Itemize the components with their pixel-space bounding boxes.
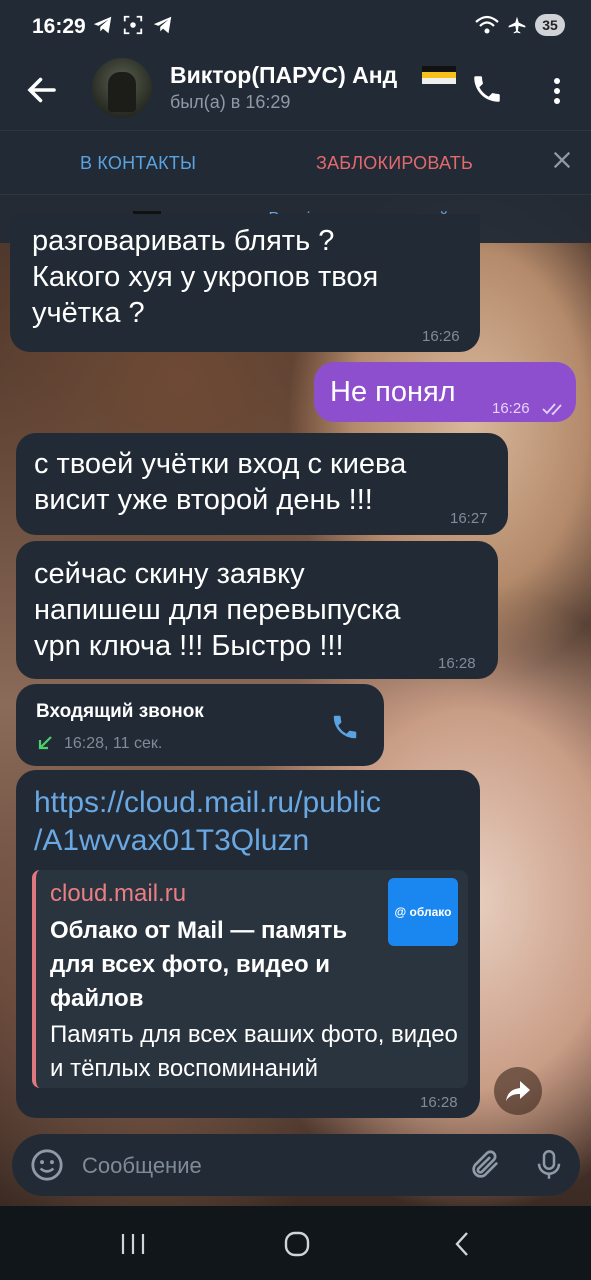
- back-arrow-icon[interactable]: [24, 72, 60, 108]
- last-seen: был(а) в 16:29: [170, 92, 291, 112]
- add-contact-button[interactable]: В КОНТАКТЫ: [80, 153, 196, 174]
- more-options-icon[interactable]: [545, 74, 569, 108]
- wifi-icon: [475, 15, 499, 34]
- message-time: 16:28: [420, 1094, 458, 1111]
- message-line: vpn ключа !!! Быстро !!!: [34, 630, 344, 662]
- link-preview[interactable]: cloud.mail.ru Облако от Mail — память дл…: [32, 870, 468, 1088]
- emoji-icon[interactable]: [30, 1148, 64, 1182]
- call-detail: 16:28, 11 сек.: [64, 735, 163, 752]
- message-line: напишеш для перевыпуска: [34, 594, 401, 626]
- status-notification-icons: [92, 14, 174, 36]
- home-icon[interactable]: [283, 1230, 311, 1258]
- message-line: учётка ?: [32, 297, 145, 329]
- preview-site-name: cloud.mail.ru: [50, 880, 187, 907]
- preview-description: Память для всех ваших фото, видео и тёпл…: [50, 1021, 458, 1082]
- message-time: 16:26: [422, 328, 460, 345]
- block-button[interactable]: ЗАБЛОКИРОВАТЬ: [316, 153, 473, 174]
- message-outgoing[interactable]: Не понял 16:26: [314, 362, 576, 422]
- message-time: 16:26: [492, 400, 530, 417]
- phone-icon[interactable]: [330, 712, 360, 742]
- message-time: 16:27: [450, 510, 488, 527]
- battery-indicator: 35: [535, 14, 565, 36]
- attach-icon[interactable]: [468, 1148, 502, 1182]
- chat-title[interactable]: Виктор(ПАРУС) Анд: [170, 62, 460, 89]
- premium-flag-icon: [422, 66, 456, 84]
- screenshot-icon: [123, 15, 143, 35]
- telegram-icon: [153, 16, 172, 34]
- call-title: Входящий звонок: [36, 701, 204, 722]
- share-arrow-icon: [506, 1081, 530, 1101]
- message-text: с твоей учётки вход с киева висит уже вт…: [34, 447, 504, 517]
- cloud-logo: @ облако: [388, 878, 458, 946]
- close-icon[interactable]: [551, 149, 573, 171]
- contact-action-bar: В КОНТАКТЫ ЗАБЛОКИРОВАТЬ: [0, 130, 591, 195]
- preview-title: Облако от Mail — память для всех фото, в…: [50, 917, 348, 1012]
- message-line: сейчас скину заявку: [34, 558, 305, 590]
- message-line: разговаривать блять ?: [32, 225, 335, 257]
- avatar[interactable]: [92, 58, 152, 118]
- status-system-icons: 35: [475, 14, 565, 36]
- share-button[interactable]: [494, 1067, 542, 1115]
- message-line: Какого хуя у укропов твоя: [32, 261, 379, 293]
- system-navigation-bar: [0, 1206, 591, 1280]
- double-check-icon: [542, 403, 562, 416]
- phone-call-icon[interactable]: [470, 72, 504, 106]
- message-text: Не понял: [330, 376, 456, 408]
- message-line: с твоей учётки вход с киева: [34, 448, 407, 480]
- message-incoming[interactable]: разговаривать блять ? Какого хуя у укроп…: [10, 214, 480, 352]
- microphone-icon[interactable]: [534, 1148, 564, 1182]
- recent-apps-icon[interactable]: [118, 1231, 148, 1257]
- message-text: сейчас скину заявку напишеш для перевыпу…: [34, 557, 494, 663]
- incoming-call-message[interactable]: Входящий звонок 16:28, 11 сек.: [16, 684, 384, 766]
- message-input[interactable]: Сообщение: [82, 1153, 202, 1179]
- link-line: /A1wvvax01T3Qluzn: [34, 824, 310, 857]
- back-icon[interactable]: [452, 1230, 472, 1258]
- link-line: https://cloud.mail.ru/public: [34, 786, 381, 819]
- chat-header: Виктор(ПАРУС) Анд был(а) в 16:29: [0, 56, 591, 130]
- status-bar: 16:29 35: [0, 0, 591, 56]
- incoming-arrow-icon: [38, 736, 52, 750]
- status-time: 16:29: [32, 15, 86, 38]
- message-link[interactable]: https://cloud.mail.ru/public /A1wvvax01T…: [34, 784, 381, 860]
- airplane-icon: [508, 16, 526, 34]
- message-incoming[interactable]: с твоей учётки вход с киева висит уже вт…: [16, 433, 508, 535]
- telegram-icon: [93, 16, 112, 34]
- message-composer: Сообщение: [12, 1134, 580, 1196]
- message-line: висит уже второй день !!!: [34, 484, 373, 516]
- message-text: разговаривать блять ? Какого хуя у укроп…: [32, 224, 472, 330]
- message-incoming[interactable]: сейчас скину заявку напишеш для перевыпу…: [16, 541, 498, 679]
- message-time: 16:28: [438, 655, 476, 672]
